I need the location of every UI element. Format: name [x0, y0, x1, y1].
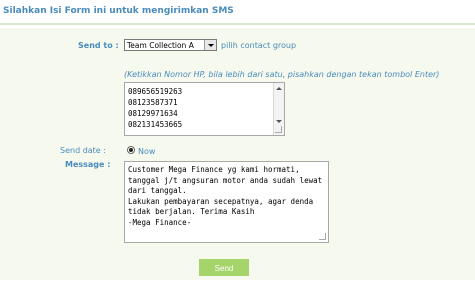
- form-header-title: Silahkan Isi Form ini untuk mengirimkan …: [3, 6, 234, 16]
- radio-selected-dot: [129, 148, 133, 152]
- phone-number-line: 08123587371: [128, 98, 178, 107]
- contact-group-select[interactable]: Team Collection A: [124, 39, 217, 51]
- send-to-label: Send to :: [78, 41, 119, 50]
- message-text: Customer Mega Finance yg kami hormati, t…: [128, 165, 323, 227]
- message-textarea[interactable]: Customer Mega Finance yg kami hormati, t…: [124, 161, 329, 243]
- contact-group-hint: pilih contact group: [221, 41, 297, 50]
- resize-grip-icon[interactable]: [275, 126, 282, 133]
- scroll-up-icon[interactable]: [276, 87, 282, 90]
- header-divider: [0, 23, 475, 25]
- message-label: Message :: [65, 160, 111, 169]
- phone-number-line: 089656519263: [128, 87, 183, 96]
- send-date-label: Send date :: [60, 146, 106, 155]
- phone-numbers-textarea[interactable]: 089656519263 08123587371 08129971634 082…: [124, 82, 285, 136]
- send-sms-button[interactable]: Send SMS: [199, 259, 249, 290]
- phone-number-line: 08129971634: [128, 109, 178, 118]
- phone-number-line: 082131453665: [128, 120, 183, 129]
- scroll-down-icon[interactable]: [276, 120, 282, 123]
- phone-numbers-hint: (Ketikkan Nomor HP, bila lebih dari satu…: [124, 70, 440, 79]
- send-now-label[interactable]: Now: [138, 147, 155, 156]
- contact-group-value: Team Collection A: [127, 41, 194, 50]
- resize-grip-icon[interactable]: [319, 233, 326, 240]
- send-now-radio[interactable]: [127, 146, 135, 154]
- chevron-down-icon[interactable]: [204, 40, 216, 50]
